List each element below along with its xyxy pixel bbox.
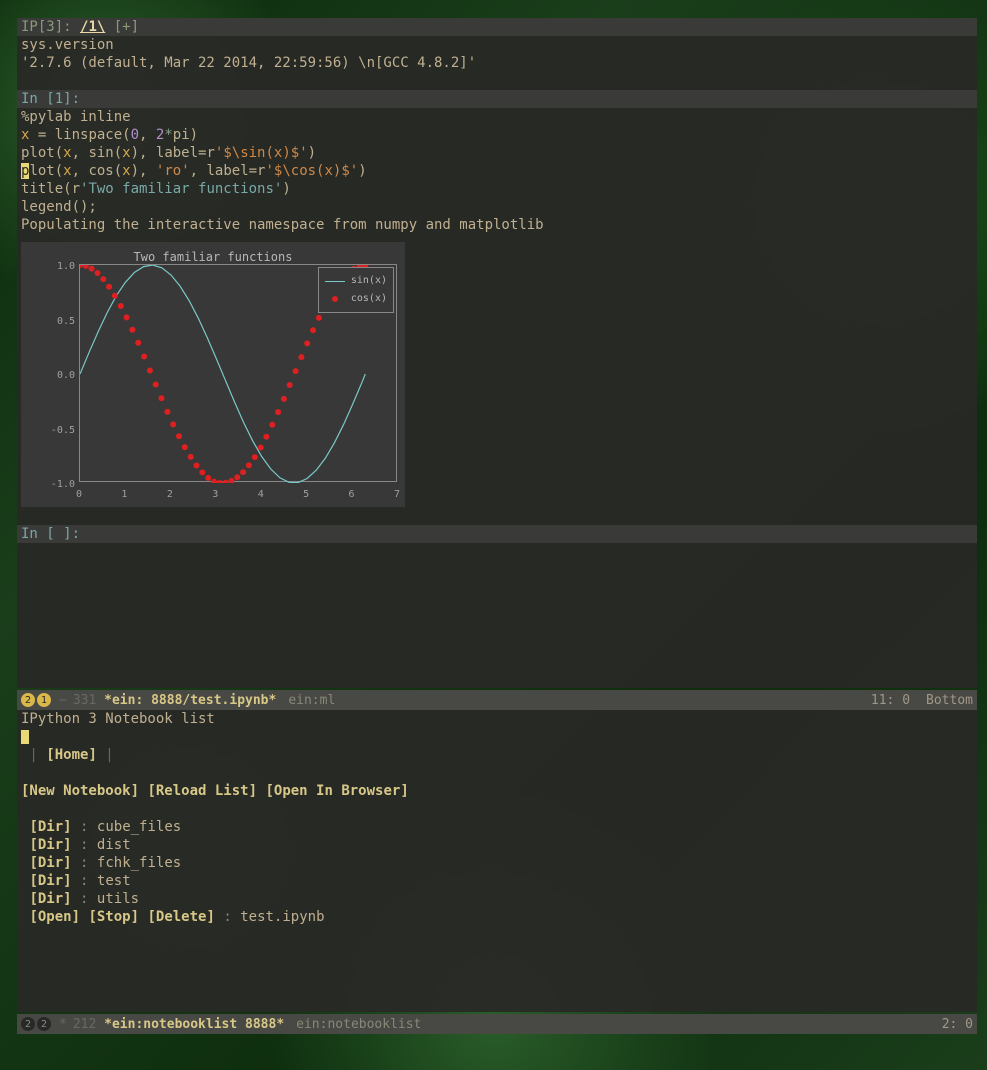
xtick: 1 <box>114 486 134 504</box>
dir-name[interactable]: dist <box>97 837 131 853</box>
nblist-actions: [New Notebook] [Reload List] [Open In Br… <box>17 782 977 800</box>
window-indicator-1[interactable]: 1 <box>37 693 51 707</box>
cursor-2 <box>21 730 29 744</box>
cell2-body[interactable] <box>17 543 977 561</box>
notebook-panel: IP[3]: /1\ [+] sys.version '2.7.6 (defau… <box>17 18 977 688</box>
window-indicator-2[interactable]: 2 <box>21 693 35 707</box>
dir-tag[interactable]: [Dir] <box>29 837 71 853</box>
xtick: 4 <box>251 486 271 504</box>
ytick: 0.0 <box>45 367 75 385</box>
xtick: 2 <box>160 486 180 504</box>
nb-file-row: [Open] [Stop] [Delete] : test.ipynb <box>17 908 977 926</box>
cell1-line2[interactable]: x = linspace(0, 2*pi) <box>17 126 977 144</box>
xtick: 0 <box>69 486 89 504</box>
reload-list-button[interactable]: [Reload List] <box>147 783 257 799</box>
modeline-bottom: 2 2 * 212 *ein:notebooklist 8888* ein:no… <box>17 1014 977 1034</box>
ip-header: IP[3]: /1\ [+] <box>17 18 977 36</box>
cell1-line1[interactable]: %pylab inline <box>17 108 977 126</box>
cell1-prompt[interactable]: In [1]: <box>17 90 977 108</box>
cell1-line6[interactable]: legend(); <box>17 198 977 216</box>
chart-legend: sin(x) cos(x) <box>318 267 394 313</box>
home-link[interactable]: [Home] <box>46 747 97 763</box>
window-indicator-2b[interactable]: 2 <box>21 1017 35 1031</box>
cell1-output: Populating the interactive namespace fro… <box>17 216 977 234</box>
dir-tag[interactable]: [Dir] <box>29 855 71 871</box>
xtick: 7 <box>387 486 407 504</box>
nb-dir-row: [Dir] : dist <box>17 836 977 854</box>
nb-dir-row: [Dir] : test <box>17 872 977 890</box>
dir-tag[interactable]: [Dir] <box>29 873 71 889</box>
nb-dir-row: [Dir] : cube_files <box>17 818 977 836</box>
dir-name[interactable]: test <box>97 873 131 889</box>
dir-name[interactable]: cube_files <box>97 819 181 835</box>
major-mode: ein:ml <box>288 693 335 708</box>
xtick: 5 <box>296 486 316 504</box>
buffer-name-2[interactable]: *ein:notebooklist 8888* <box>104 1017 284 1032</box>
new-notebook-button[interactable]: [New Notebook] <box>21 783 139 799</box>
open-in-browser-button[interactable]: [Open In Browser] <box>265 783 408 799</box>
ytick: 0.5 <box>45 313 75 331</box>
delete-button[interactable]: [Delete] <box>147 909 214 925</box>
ytick: -0.5 <box>45 422 75 440</box>
open-button[interactable]: [Open] <box>29 909 80 925</box>
cell2-prompt[interactable]: In [ ]: <box>17 525 977 543</box>
ytick: 1.0 <box>45 258 75 276</box>
legend-dot-icon <box>325 296 345 302</box>
cell0-output-line2: '2.7.6 (default, Mar 22 2014, 22:59:56) … <box>17 54 977 72</box>
stop-button[interactable]: [Stop] <box>88 909 139 925</box>
window-indicator-2c[interactable]: 2 <box>37 1017 51 1031</box>
xtick: 6 <box>342 486 362 504</box>
cell1-line5[interactable]: title(r'Two familiar functions') <box>17 180 977 198</box>
cell1-line4[interactable]: plot(x, cos(x), 'ro', label=r'$\cos(x)$'… <box>17 162 977 180</box>
notebooklist-panel: IPython 3 Notebook list | [Home] | [New … <box>17 710 977 1012</box>
dir-tag[interactable]: [Dir] <box>29 819 71 835</box>
buffer-name[interactable]: *ein: 8888/test.ipynb* <box>104 693 276 708</box>
modeline-top: 2 1 − 331 *ein: 8888/test.ipynb* ein:ml … <box>17 690 977 710</box>
chart: Two familiar functions sin(x) cos(x) -1.… <box>21 242 405 507</box>
nb-dir-row: [Dir] : fchk_files <box>17 854 977 872</box>
cell1-line3[interactable]: plot(x, sin(x), label=r'$\sin(x)$') <box>17 144 977 162</box>
legend-line-icon <box>325 281 345 282</box>
major-mode-2: ein:notebooklist <box>296 1017 421 1032</box>
dir-tag[interactable]: [Dir] <box>29 891 71 907</box>
dir-name[interactable]: utils <box>97 891 139 907</box>
nblist-title: IPython 3 Notebook list <box>17 710 977 728</box>
chart-plot: sin(x) cos(x) <box>79 264 397 482</box>
dir-name[interactable]: fchk_files <box>97 855 181 871</box>
nb-dir-row: [Dir] : utils <box>17 890 977 908</box>
xtick: 3 <box>205 486 225 504</box>
cell0-output-line1: sys.version <box>17 36 977 54</box>
